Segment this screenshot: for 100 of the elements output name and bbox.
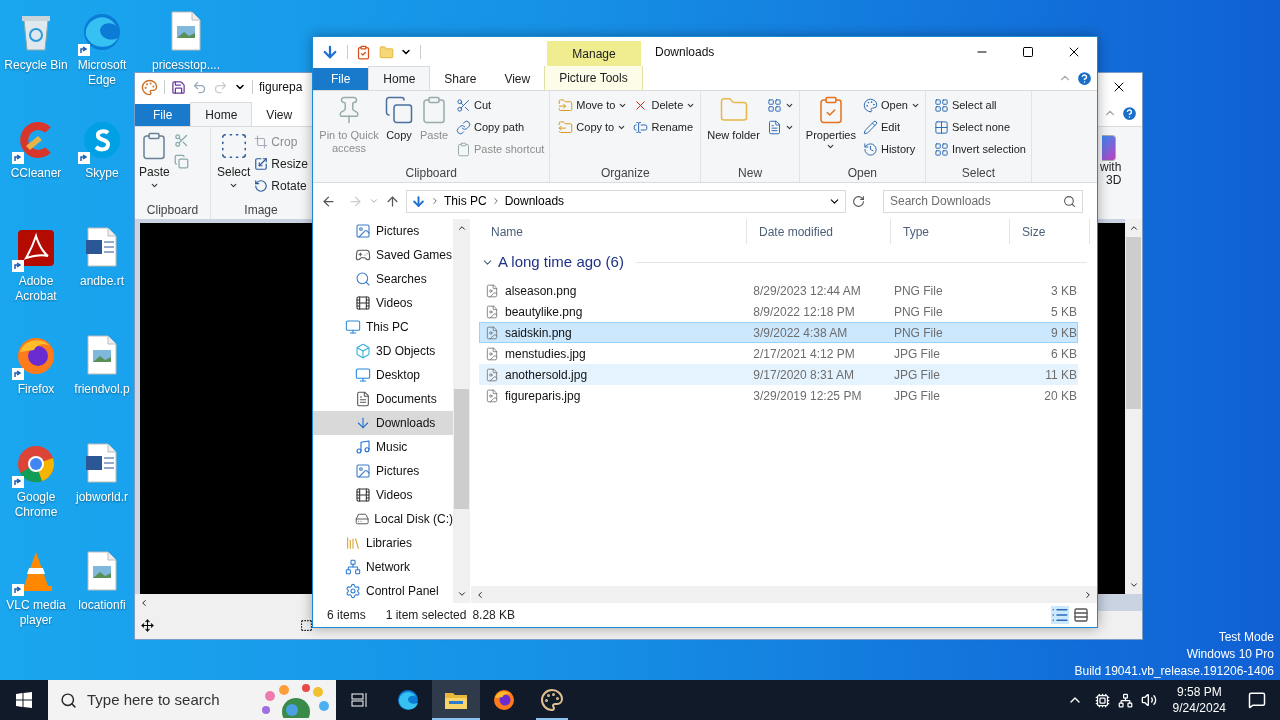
nav-item[interactable]: Network: [313, 555, 453, 579]
chevron-icon[interactable]: [430, 196, 440, 206]
scroll-down-icon[interactable]: [1128, 580, 1139, 590]
network-icon[interactable]: [1117, 692, 1133, 708]
select-button[interactable]: Select: [217, 131, 251, 201]
search-field[interactable]: Type here to search: [48, 680, 336, 720]
help-icon[interactable]: [1121, 105, 1138, 122]
search-field[interactable]: Search Downloads: [883, 189, 1083, 213]
ribbon-button[interactable]: Copy to: [558, 117, 628, 138]
scroll-down-icon[interactable]: [456, 589, 467, 599]
ribbon-button[interactable]: Select none: [933, 117, 1026, 138]
file-row[interactable]: figureparis.jpg 3/29/2019 12:25 PM JPG File 20 KB: [479, 385, 1078, 406]
ribbon-tab[interactable]: Home: [190, 102, 253, 126]
address-bar[interactable]: This PC Downloads: [406, 189, 846, 213]
ribbon-tab[interactable]: File: [313, 68, 369, 90]
ribbon-button[interactable]: Move to: [558, 95, 628, 116]
ribbon-tab[interactable]: File: [135, 104, 191, 126]
ribbon-button[interactable]: Invert selection: [933, 139, 1026, 160]
rotate-icon: [254, 178, 269, 193]
nav-item[interactable]: Music: [313, 435, 453, 459]
file-row[interactable]: beautylike.png 8/9/2022 12:18 PM PNG File 5 KB: [479, 301, 1078, 322]
ribbon-button[interactable]: Open: [863, 95, 920, 116]
ribbon-button[interactable]: New folder: [706, 95, 761, 142]
file-row[interactable]: menstudies.jpg 2/17/2021 4:12 PM JPG File 6 KB: [479, 343, 1078, 364]
scroll-left-icon[interactable]: [475, 589, 485, 600]
caret-icon: [826, 142, 836, 151]
nav-item[interactable]: Documents: [313, 387, 453, 411]
ribbon-button-label[interactable]: with: [1100, 161, 1142, 174]
ribbon-button[interactable]: Edit: [863, 117, 920, 138]
taskbar-app[interactable]: [432, 680, 480, 720]
ribbon-button[interactable]: Cut: [456, 95, 545, 116]
checklist-icon[interactable]: [356, 44, 371, 60]
scrollbar[interactable]: [135, 594, 312, 611]
download-icon[interactable]: [321, 43, 339, 61]
film-icon: [355, 295, 371, 311]
nav-item[interactable]: Videos: [313, 291, 453, 315]
image-tool-button[interactable]: Rotate: [254, 175, 309, 196]
up-icon[interactable]: [385, 193, 400, 209]
clock[interactable]: 9:58 PM 9/24/2024: [1164, 684, 1234, 716]
breadcrumb[interactable]: Downloads: [504, 192, 565, 210]
file-row[interactable]: saidskin.png 3/9/2022 4:38 AM PNG File 9 KB: [479, 322, 1078, 343]
scrollbar[interactable]: [471, 586, 1097, 603]
paint-icon[interactable]: [141, 78, 158, 96]
ribbon-button-label[interactable]: 3D: [1100, 174, 1142, 187]
nav-item[interactable]: Local Disk (C:): [313, 507, 453, 531]
nav-item[interactable]: 3D Objects: [313, 339, 453, 363]
volume-icon[interactable]: [1140, 692, 1157, 708]
column-header[interactable]: Type: [891, 219, 1010, 244]
scrollbar[interactable]: [1125, 219, 1142, 594]
back-icon[interactable]: [321, 193, 336, 209]
paint-3d-icon[interactable]: [1102, 135, 1116, 161]
help-icon[interactable]: [1076, 70, 1093, 87]
image-tool-button[interactable]: Resize: [254, 153, 309, 174]
ribbon-button[interactable]: Copy path: [456, 117, 545, 138]
scroll-left-icon[interactable]: [139, 597, 149, 608]
column-header[interactable]: Size: [1010, 219, 1090, 244]
ribbon-tab[interactable]: Picture Tools: [544, 66, 643, 90]
ribbon-button[interactable]: Delete: [633, 95, 696, 116]
tray-device-icon[interactable]: [1094, 692, 1110, 708]
group-header[interactable]: A long time ago (6): [498, 250, 624, 274]
column-header[interactable]: Date modified: [747, 219, 891, 244]
ribbon-group-label: Organize: [599, 165, 651, 182]
ribbon-tab[interactable]: Home: [368, 66, 431, 90]
nav-item[interactable]: Pictures: [313, 219, 453, 243]
ribbon-tab[interactable]: View: [252, 104, 307, 126]
ribbon-button[interactable]: History: [863, 139, 920, 160]
scroll-up-icon[interactable]: [1128, 223, 1139, 233]
nav-item[interactable]: Pictures: [313, 459, 453, 483]
download-icon: [355, 415, 371, 431]
notification-icon[interactable]: [1248, 691, 1266, 709]
file-row[interactable]: alseason.png 8/29/2023 12:44 AM PNG File 3 KB: [479, 280, 1078, 301]
tiles-view-icon[interactable]: [1073, 607, 1089, 623]
size-cell-text: 5 KB: [1050, 303, 1077, 321]
refresh-icon[interactable]: [852, 194, 865, 208]
ribbon-group-label: Image: [243, 202, 279, 219]
nav-item[interactable]: Libraries: [313, 531, 453, 555]
column-header[interactable]: Name: [479, 219, 747, 244]
ribbon-button[interactable]: Copy: [383, 95, 415, 142]
save-icon[interactable]: [171, 79, 186, 95]
ribbon-button[interactable]: Properties: [804, 95, 857, 151]
breadcrumb[interactable]: This PC: [444, 192, 487, 210]
scroll-right-icon[interactable]: [1083, 589, 1093, 600]
nav-item[interactable]: This PC: [313, 315, 453, 339]
gamepad-icon: [355, 247, 371, 263]
scrollbar[interactable]: [453, 219, 470, 603]
ribbon-tab[interactable]: View: [490, 68, 545, 90]
ribbon-button[interactable]: Select all: [933, 95, 1026, 116]
ribbon-tab[interactable]: Share: [430, 68, 491, 90]
type-cell-text: JPG File: [892, 366, 941, 384]
ribbon-button[interactable]: Rename: [633, 117, 696, 138]
file-row[interactable]: anothersold.jpg 9/17/2020 8:31 AM JPG File 11 KB: [479, 364, 1078, 385]
nav-item[interactable]: Desktop: [313, 363, 453, 387]
nav-item[interactable]: Saved Games: [313, 243, 453, 267]
paste-button[interactable]: Paste: [139, 131, 170, 201]
nav-item[interactable]: Searches: [313, 267, 453, 291]
nav-item[interactable]: Videos: [313, 483, 453, 507]
details-view-icon[interactable]: [1051, 606, 1069, 624]
nav-item[interactable]: Downloads: [313, 411, 453, 435]
scroll-up-icon[interactable]: [456, 223, 467, 233]
nav-item[interactable]: Control Panel: [313, 579, 453, 603]
